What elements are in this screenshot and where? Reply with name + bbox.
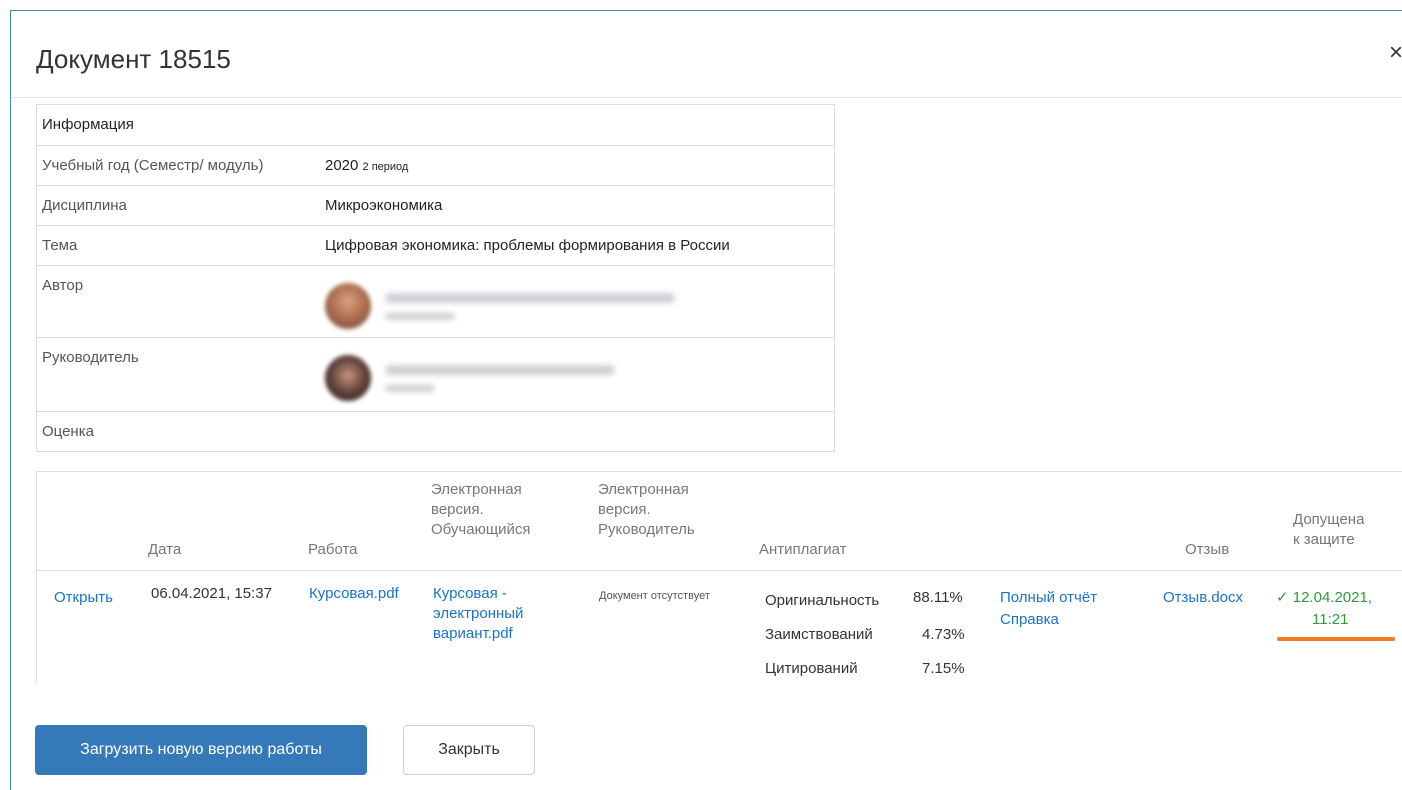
info-table: Информация Учебный год (Семестр/ модуль)… [36, 104, 835, 452]
info-row-author: Автор [37, 265, 834, 337]
link-line: вариант.pdf [433, 625, 513, 642]
link-line: Курсовая - [433, 585, 507, 602]
metric-value: 88.11% [913, 589, 963, 606]
info-row-topic: Тема Цифровая экономика: проблемы формир… [37, 225, 834, 265]
col-header-line: Электронная [431, 481, 522, 498]
supervisor-value [325, 338, 834, 411]
col-header-line: Допущена [1293, 511, 1365, 528]
col-student-version: Электронная версия. Обучающийся [431, 480, 531, 540]
info-label: Автор [42, 277, 84, 294]
info-row-year: Учебный год (Семестр/ модуль) 2020 2 пер… [37, 145, 834, 185]
col-admitted: Допущена к защите [1293, 510, 1364, 550]
info-label: Дисциплина [42, 197, 127, 214]
close-icon[interactable]: × [1389, 41, 1402, 65]
col-header-line: Обучающийся [431, 521, 531, 538]
blurred-text [385, 312, 455, 320]
link-line: электронный [433, 605, 524, 622]
info-label: Оценка [42, 423, 94, 440]
metric-value: 4.73% [922, 626, 965, 643]
info-header: Информация [42, 116, 134, 133]
document-modal: Документ 18515 × Информация Учебный год … [10, 10, 1402, 790]
work-file-link[interactable]: Курсовая.pdf [309, 584, 399, 604]
supervisor-person [325, 349, 834, 401]
period-value: 2 период [362, 161, 409, 173]
admitted-date: 12.04.2021, [1292, 589, 1372, 606]
info-row-supervisor: Руководитель [37, 337, 834, 411]
col-review: Отзыв [1185, 541, 1230, 558]
header-divider [37, 570, 1402, 571]
col-header-line: версия. [431, 501, 484, 518]
metric-label: Цитирований [765, 660, 858, 677]
modal-title: Документ 18515 [36, 44, 231, 74]
col-header-line: Руководитель [598, 521, 695, 538]
col-header-line: Электронная [598, 481, 689, 498]
header-divider [11, 97, 1402, 98]
col-work: Работа [308, 541, 358, 558]
admitted-status: ✓ 12.04.2021, [1276, 588, 1372, 608]
author-value [325, 266, 834, 337]
info-label: Учебный год (Семестр/ модуль) [42, 157, 264, 174]
author-name-blurred [385, 292, 675, 320]
admitted-time: 11:21 [1312, 611, 1349, 628]
review-file-link[interactable]: Отзыв.docx [1163, 588, 1243, 608]
metric-label: Оригинальность [765, 592, 880, 609]
check-icon: ✓ [1276, 589, 1289, 606]
blurred-text [385, 292, 675, 303]
year-value: 2020 [325, 157, 359, 174]
col-header-line: к защите [1293, 531, 1355, 548]
blurred-text [385, 384, 435, 392]
info-label: Руководитель [42, 349, 139, 366]
student-file-link[interactable]: Курсовая - электронный вариант.pdf [433, 584, 523, 644]
info-label: Тема [42, 237, 78, 254]
topic-value: Цифровая экономика: проблемы формировани… [325, 237, 730, 254]
upload-date: 06.04.2021, 15:37 [151, 585, 272, 602]
highlight-underline [1277, 637, 1395, 641]
metric-value: 7.15% [922, 660, 965, 677]
close-button[interactable]: Закрыть [403, 725, 535, 775]
author-avatar [325, 283, 371, 329]
upload-new-version-button[interactable]: Загрузить новую версию работы [35, 725, 367, 775]
col-date: Дата [148, 541, 182, 558]
info-header-row: Информация [37, 105, 834, 145]
metric-label: Заимствований [765, 626, 873, 643]
grade-value [325, 412, 834, 451]
discipline-value: Микроэкономика [325, 197, 443, 214]
info-value-year: 2020 2 период [325, 146, 834, 185]
supervisor-name-blurred [385, 364, 615, 392]
supervisor-file-missing: Документ отсутствует [599, 590, 710, 602]
info-row-discipline: Дисциплина Микроэкономика [37, 185, 834, 225]
blurred-text [385, 364, 615, 375]
info-row-grade: Оценка [37, 411, 834, 451]
author-person [325, 277, 834, 329]
col-antiplagiat: Антиплагиат [759, 541, 847, 558]
full-report-link[interactable]: Полный отчёт [1000, 588, 1097, 608]
files-table: Дата Работа Электронная версия. Обучающи… [36, 471, 1402, 683]
col-header-line: версия. [598, 501, 651, 518]
open-link[interactable]: Открыть [54, 588, 113, 608]
supervisor-avatar [325, 355, 371, 401]
certificate-link[interactable]: Справка [1000, 610, 1059, 630]
col-supervisor-version: Электронная версия. Руководитель [598, 480, 695, 540]
